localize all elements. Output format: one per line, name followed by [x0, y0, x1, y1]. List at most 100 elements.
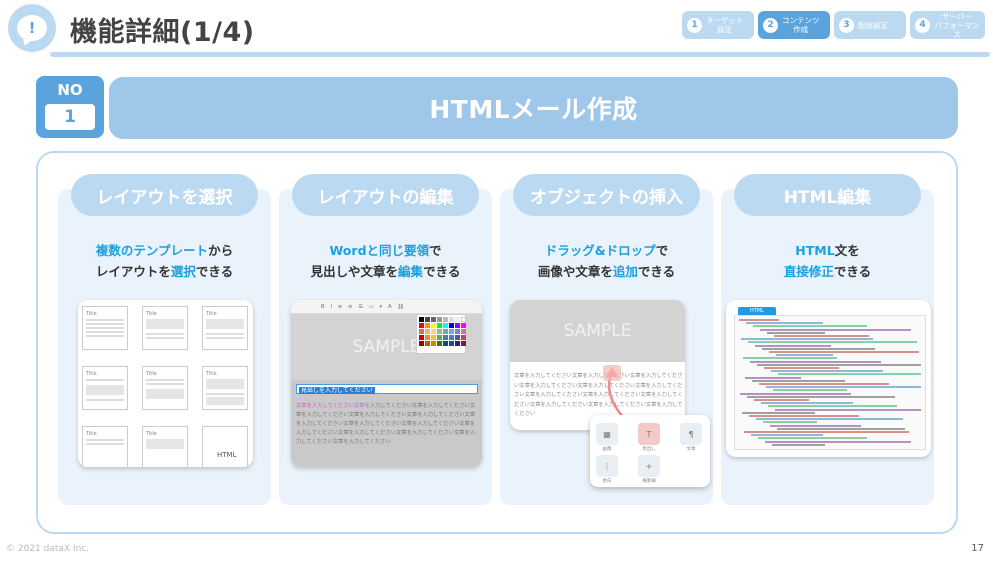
desc-text: で	[655, 243, 669, 258]
code-line	[765, 440, 911, 443]
desc-text: できる	[833, 264, 872, 279]
desc-highlight: 追加	[612, 264, 638, 279]
color-palette[interactable]	[416, 314, 466, 354]
code-line	[768, 405, 897, 408]
code-editor[interactable]	[734, 315, 926, 450]
code-line	[761, 402, 853, 405]
image-block-icon[interactable]: ▦	[596, 423, 618, 445]
desc-highlight: ドラッグ&ドロップ	[544, 243, 656, 258]
html-tab[interactable]: HTML	[738, 307, 776, 315]
template-title: Title	[146, 371, 157, 377]
link-icon[interactable]: ⛓	[397, 304, 403, 310]
step-indicator: 1 ターゲット 設定 2 コンテンツ 作成 3 配信設定 4 サーバー パフォー…	[682, 11, 985, 39]
code-line	[753, 325, 867, 328]
code-line	[744, 431, 909, 433]
code-line	[775, 408, 921, 411]
divider-block-icon[interactable]: +	[638, 455, 660, 477]
panel-label: 横罫線	[642, 479, 656, 484]
code-line	[763, 421, 817, 424]
code-line	[757, 363, 921, 366]
desc-text: 画像や文章を	[537, 264, 613, 279]
code-line	[755, 344, 831, 347]
template-title: Title	[146, 431, 157, 437]
code-line	[769, 351, 919, 353]
selected-heading[interactable]: 見出しを入力してください	[296, 384, 478, 394]
code-line	[741, 338, 873, 341]
size-select-icon[interactable]: ▾	[380, 304, 383, 310]
template-html-label: HTML	[217, 451, 237, 459]
template-thumbnail[interactable]: Title	[202, 306, 248, 350]
template-gallery: Title Title Title Title Title Title Titl…	[78, 300, 253, 467]
step-number: 4	[915, 17, 930, 33]
code-line	[772, 443, 825, 446]
code-line	[745, 376, 801, 379]
step-content-creation[interactable]: 2 コンテンツ 作成	[758, 11, 830, 39]
code-line	[762, 347, 875, 350]
step-target-setting[interactable]: 1 ターゲット 設定	[682, 11, 754, 39]
template-thumbnail[interactable]: Title	[142, 366, 188, 410]
panel-label: 文章	[686, 447, 696, 452]
desc-highlight: 直接修正	[783, 264, 834, 279]
template-thumbnail[interactable]: Title	[202, 366, 248, 410]
card-heading: オブジェクトの挿入	[513, 174, 700, 216]
header-divider	[50, 52, 990, 57]
sample-image: SAMPLE	[510, 300, 685, 362]
card-heading: レイアウトの編集	[292, 174, 479, 216]
section-no-label: NO	[57, 81, 83, 99]
editor-body-text[interactable]: 文章を入力してください文章を入力してください文章を入力してください文章を入力して…	[296, 402, 478, 447]
code-line	[766, 386, 921, 389]
step-number: 3	[839, 17, 854, 33]
speech-bubble-icon: !	[17, 15, 47, 41]
editor-body: 見出しを入力してください 文章を入力してください文章を入力してください文章を入力…	[291, 380, 482, 467]
page-title: 機能詳細(1/4)	[70, 17, 255, 48]
code-line	[767, 331, 825, 334]
code-line	[776, 354, 833, 357]
template-title: Title	[206, 371, 217, 377]
bold-icon[interactable]: B	[321, 304, 324, 310]
code-line	[771, 370, 883, 373]
code-line	[749, 415, 859, 417]
align-left-icon[interactable]: ≡	[338, 304, 342, 310]
code-line	[760, 328, 911, 331]
italic-icon[interactable]: I	[330, 304, 331, 310]
code-line	[739, 319, 779, 321]
code-line	[759, 383, 889, 385]
code-line	[756, 418, 903, 421]
code-line	[748, 341, 917, 344]
template-thumbnail-html[interactable]: HTML	[202, 426, 248, 467]
template-thumbnail[interactable]: Title	[142, 306, 188, 350]
logo: !	[8, 4, 56, 52]
template-title: Title	[206, 311, 217, 317]
step-server-performance[interactable]: 4 サーバー パフォーマンス	[910, 11, 985, 39]
desc-text: 文を	[834, 243, 860, 258]
section-banner: HTMLメール作成	[109, 77, 958, 139]
template-title: Title	[86, 311, 97, 317]
code-line	[743, 357, 837, 360]
template-thumbnail[interactable]: Title	[82, 306, 128, 350]
template-thumbnail[interactable]: Title	[142, 426, 188, 467]
template-thumbnail[interactable]: Title	[82, 366, 128, 410]
desc-highlight: 複数のテンプレート	[95, 243, 209, 258]
step-number: 1	[687, 17, 702, 33]
editor-toolbar: B I ≡ ≡ ☰ ▭ ▾ A ⛓	[291, 300, 482, 314]
heading-block-icon[interactable]: T	[638, 423, 660, 445]
html-editor-screenshot: HTML	[726, 300, 931, 457]
template-thumbnail[interactable]: Title	[82, 426, 128, 467]
code-line	[747, 395, 895, 398]
code-line	[774, 335, 869, 337]
desc-line: Wordと同じ要領で	[279, 240, 492, 261]
card-description: ドラッグ&ドロップで 画像や文章を追加できる	[500, 240, 713, 282]
list-icon[interactable]: ☰	[358, 304, 362, 310]
step-delivery-setting[interactable]: 3 配信設定	[834, 11, 906, 39]
desc-highlight: Wordと同じ要領	[329, 243, 430, 258]
section-number-box: NO 1	[36, 76, 104, 138]
align-center-icon[interactable]: ≡	[348, 304, 352, 310]
color-icon[interactable]: A	[388, 304, 391, 310]
editor-screenshot: B I ≡ ≡ ☰ ▭ ▾ A ⛓ SAMPLE 見出しを入力してください 文章…	[291, 300, 482, 467]
desc-text: できる	[423, 264, 461, 279]
text-block-icon[interactable]: ¶	[680, 423, 702, 445]
spacer-block-icon[interactable]: ⋮	[596, 455, 618, 477]
card-description: HTML文を 直接修正できる	[721, 240, 934, 282]
desc-highlight: HTML	[795, 243, 835, 258]
font-select-icon[interactable]: ▭	[369, 304, 374, 310]
